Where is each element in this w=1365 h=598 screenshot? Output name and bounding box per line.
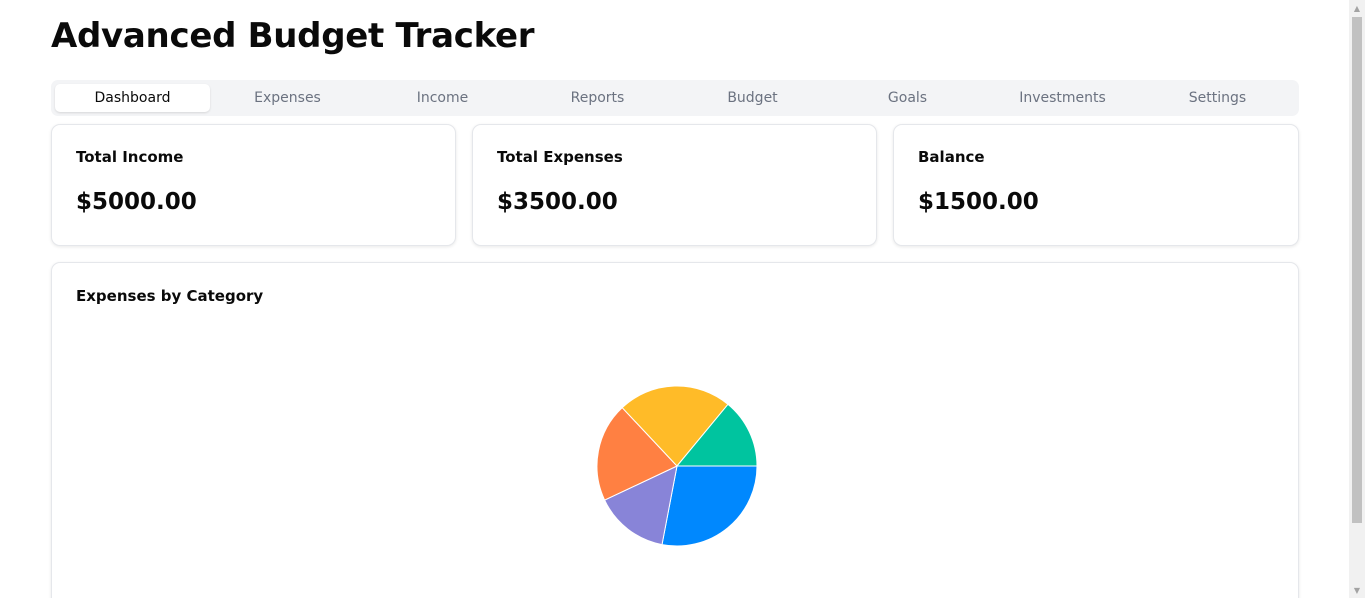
total-income-value: $5000.00 [76,189,197,215]
total-income-card: Total Income $5000.00 [51,124,456,246]
tab-income[interactable]: Income [365,84,520,112]
tab-investments[interactable]: Investments [985,84,1140,112]
page-title: Advanced Budget Tracker [51,16,535,56]
total-expenses-label: Total Expenses [497,148,623,166]
scrollbar-thumb[interactable] [1352,17,1362,523]
total-expenses-value: $3500.00 [497,189,618,215]
balance-card: Balance $1500.00 [893,124,1299,246]
total-expenses-card: Total Expenses $3500.00 [472,124,877,246]
pie-chart-container [595,384,759,552]
scroll-up-arrow-icon[interactable]: ▲ [1349,0,1365,16]
tab-settings[interactable]: Settings [1140,84,1295,112]
total-income-label: Total Income [76,148,184,166]
tab-dashboard[interactable]: Dashboard [55,84,210,112]
tab-reports[interactable]: Reports [520,84,675,112]
tab-expenses[interactable]: Expenses [210,84,365,112]
tab-bar: Dashboard Expenses Income Reports Budget… [51,80,1299,116]
balance-label: Balance [918,148,985,166]
page: Advanced Budget Tracker Dashboard Expens… [0,0,1349,598]
balance-value: $1500.00 [918,189,1039,215]
expenses-pie-chart [596,385,758,547]
pie-slice-0[interactable] [661,465,758,547]
scroll-down-arrow-icon[interactable]: ▼ [1349,582,1365,598]
tab-goals[interactable]: Goals [830,84,985,112]
expenses-by-category-title: Expenses by Category [76,287,264,305]
tab-budget[interactable]: Budget [675,84,830,112]
expenses-by-category-card: Expenses by Category [51,262,1299,598]
vertical-scrollbar[interactable]: ▲ ▼ [1349,0,1365,598]
